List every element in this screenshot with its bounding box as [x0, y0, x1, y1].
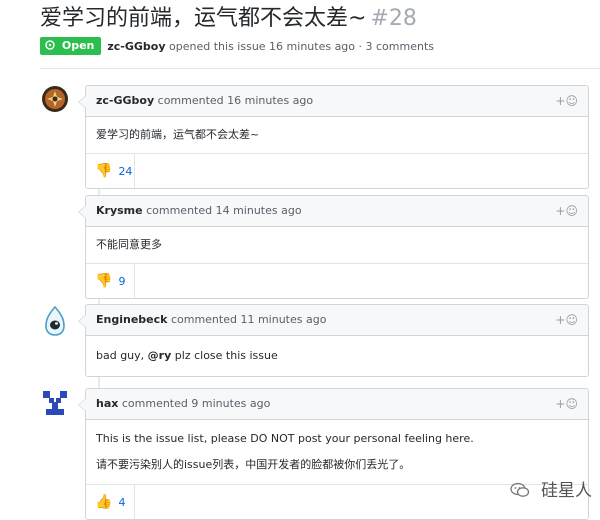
comment-timestamp: commented 9 minutes ago: [121, 397, 271, 410]
issue-author-link[interactable]: zc-GGboy: [107, 40, 165, 53]
issue-opened-icon: [45, 39, 59, 52]
comment-text: 爱学习的前端，运气都不会太差~: [96, 128, 260, 141]
thumbs-down-icon: 👎: [95, 163, 113, 179]
comment-header: Enginebeck commented 11 minutes ago +☺: [86, 305, 588, 336]
comment-body: 爱学习的前端，运气都不会太差~: [86, 117, 588, 153]
comment-timestamp: commented 11 minutes ago: [170, 313, 327, 326]
comment-header: zc-GGboy commented 16 minutes ago +☺: [86, 86, 588, 117]
issue-meta: Open zc-GGboy opened this issue 16 minut…: [40, 37, 600, 57]
reaction-count: 9: [118, 275, 126, 288]
state-label: Open: [61, 39, 95, 52]
wechat-icon: [510, 482, 535, 500]
comment-text: 请不要污染别人的issue列表，中国开发者的脸都被你们丢光了。: [96, 458, 411, 471]
open-state-badge: Open: [40, 37, 102, 55]
comment-author-link[interactable]: Krysme: [96, 204, 143, 217]
mention-link[interactable]: @ry: [148, 349, 172, 362]
issue-title: 爱学习的前端，运气都不会太差~: [40, 6, 367, 31]
comment-author-link[interactable]: hax: [96, 397, 118, 410]
reaction-thumbs-down-button[interactable]: 👎 24: [86, 154, 135, 188]
reaction-count: 4: [118, 496, 126, 509]
comment-reactions: 👎 9: [86, 263, 588, 298]
reaction-thumbs-up-button[interactable]: 👍 4: [86, 485, 135, 519]
avatar-zc-ggboy[interactable]: [42, 86, 68, 112]
comment-header: hax commented 9 minutes ago +☺: [86, 389, 588, 420]
avatar-enginebeck[interactable]: [42, 305, 68, 336]
comment-text: bad guy, @ry plz close this issue: [96, 336, 578, 376]
comment-3: Enginebeck commented 11 minutes ago +☺ b…: [78, 304, 589, 377]
comment-author-link[interactable]: Enginebeck: [96, 313, 167, 326]
comment-text-prefix: bad guy,: [96, 349, 148, 362]
comment-text-suffix: plz close this issue: [171, 349, 278, 362]
comment-body: This is the issue list, please DO NOT po…: [86, 420, 588, 484]
issue-meta-text: opened this issue 16 minutes ago · 3 com…: [169, 40, 434, 53]
comment-text: 不能同意更多: [96, 238, 162, 251]
thumbs-up-icon: 👍: [95, 494, 113, 510]
issue-title-row: 爱学习的前端，运气都不会太差~ #28: [40, 4, 600, 38]
comment-text: This is the issue list, please DO NOT po…: [96, 432, 474, 445]
thumbs-down-icon: 👎: [95, 273, 113, 289]
add-reaction-icon[interactable]: +☺: [555, 86, 578, 116]
comment-timestamp: commented 14 minutes ago: [146, 204, 302, 217]
comment-reactions: 👎 24: [86, 153, 588, 188]
comment-1: zc-GGboy commented 16 minutes ago +☺ 爱学习…: [78, 85, 589, 189]
add-reaction-icon[interactable]: +☺: [555, 196, 578, 226]
comment-timestamp: commented 16 minutes ago: [157, 94, 314, 107]
comment-2: Krysme commented 14 minutes ago +☺ 不能同意更…: [78, 195, 589, 299]
issue-number: #28: [370, 6, 417, 31]
add-reaction-icon[interactable]: +☺: [555, 389, 578, 419]
comment-author-link[interactable]: zc-GGboy: [96, 94, 154, 107]
comment-body: 不能同意更多: [86, 227, 588, 263]
watermark: 硅星人: [510, 478, 592, 504]
header-divider: [40, 68, 600, 69]
comment-body: bad guy, @ry plz close this issue: [86, 336, 588, 376]
comment-header: Krysme commented 14 minutes ago +☺: [86, 196, 588, 227]
watermark-text: 硅星人: [541, 481, 592, 501]
add-reaction-icon[interactable]: +☺: [555, 305, 578, 335]
reaction-thumbs-down-button[interactable]: 👎 9: [86, 264, 135, 298]
avatar-hax[interactable]: [42, 390, 68, 416]
reaction-count: 24: [118, 165, 133, 178]
